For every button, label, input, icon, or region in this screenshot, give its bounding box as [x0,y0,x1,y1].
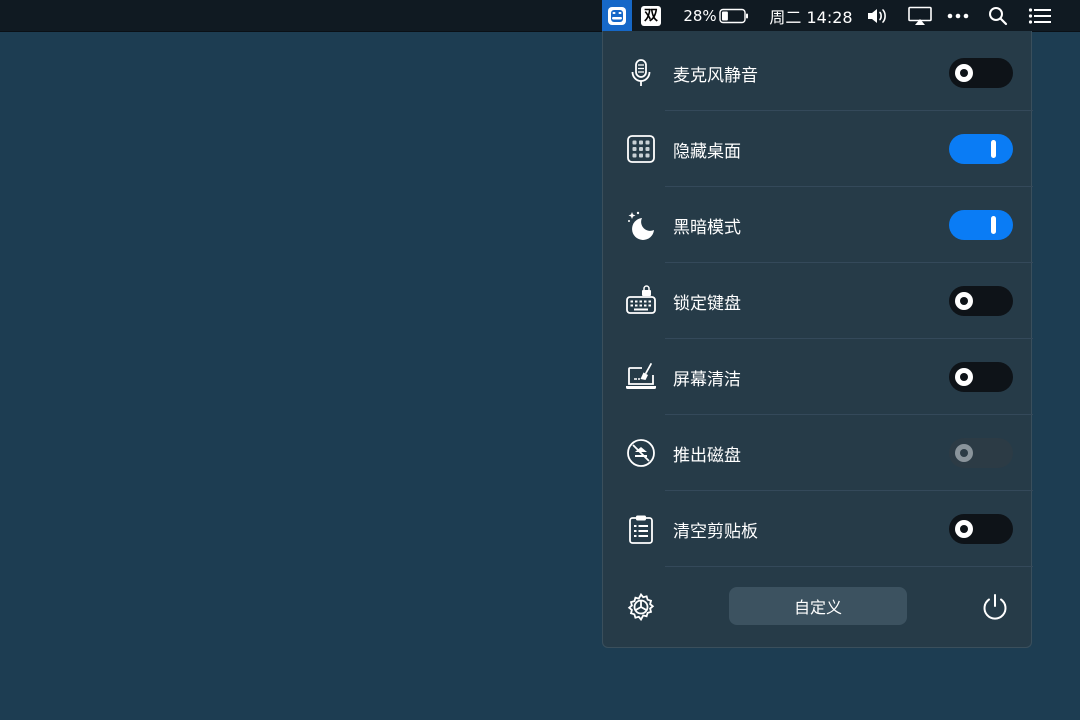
more-icon [947,13,969,18]
volume-button[interactable] [866,0,890,31]
microphone-icon [623,55,659,91]
toggle-row-hide-desktop[interactable]: 隐藏桌面 [603,111,1033,187]
row-label: 黑暗模式 [673,217,741,238]
row-label: 推出磁盘 [673,445,741,466]
battery-button[interactable] [718,0,750,31]
toggle-knob [955,64,973,82]
customize-button[interactable]: 自定义 [729,587,907,625]
volume-icon [868,8,886,23]
airplay-button[interactable] [907,0,933,31]
toggle-knob [955,520,973,538]
clipboard-icon [623,511,659,547]
moon-icon [623,207,659,243]
row-label: 麦克风静音 [673,65,758,86]
gear-icon [627,592,655,622]
keyboard-lock-icon [623,283,659,319]
mic-mute-toggle[interactable] [949,58,1013,88]
spotlight-search-button[interactable] [986,0,1010,31]
menu-bar: 双 28% 周二 14:28 [0,0,1080,32]
battery-icon [719,8,748,23]
input-method-button[interactable]: 双 [640,0,662,31]
notification-list-icon [1028,7,1051,24]
search-icon [989,6,1008,25]
power-icon [983,594,1007,620]
dark-mode-toggle[interactable] [949,210,1013,240]
more-button[interactable] [945,0,971,31]
hide-desktop-toggle[interactable] [949,134,1013,164]
toggle-row-screen-clean[interactable]: 屏幕清洁 [603,339,1033,415]
clear-clipboard-toggle[interactable] [949,514,1013,544]
row-label: 清空剪贴板 [673,521,758,542]
toggle-knob [991,216,996,234]
row-label: 锁定键盘 [673,293,741,314]
toggle-knob [955,368,973,386]
screen-clean-toggle[interactable] [949,362,1013,392]
power-button[interactable] [977,589,1013,625]
panel-footer: 自定义 [603,575,1033,648]
toggle-row-clear-clipboard[interactable]: 清空剪贴板 [603,491,1033,567]
row-label: 屏幕清洁 [673,369,741,390]
eject-disk-toggle[interactable] [949,438,1013,468]
toggle-knob [955,444,973,462]
toggle-row-eject-disk[interactable]: 推出磁盘 [603,415,1033,491]
desktop-grid-icon [623,131,659,167]
notification-center-button[interactable] [1026,0,1054,31]
screen-clean-icon [623,359,659,395]
face-toolbox-icon [608,6,626,25]
airplay-icon [908,6,932,25]
input-method-label: 双 [641,5,661,26]
battery-percent[interactable]: 28% [682,0,718,31]
lock-keyboard-toggle[interactable] [949,286,1013,316]
toggle-row-mic-mute[interactable]: 麦克风静音 [603,35,1033,111]
toggle-row-lock-keyboard[interactable]: 锁定键盘 [603,263,1033,339]
toggle-knob [955,292,973,310]
toggle-knob [991,140,996,158]
toolbox-dropdown-panel: 麦克风静音 隐藏桌面 黑暗模式 锁定键盘 屏幕清洁 推出磁盘 清空剪贴板 自定义 [602,31,1033,648]
eject-disk-icon [623,435,659,471]
menubar-clock[interactable]: 周二 14:28 [766,0,856,31]
settings-button[interactable] [623,589,659,625]
toolbox-app-menu-button[interactable] [602,0,632,31]
row-label: 隐藏桌面 [673,141,741,162]
toggle-row-dark-mode[interactable]: 黑暗模式 [603,187,1033,263]
divider [665,566,1033,567]
